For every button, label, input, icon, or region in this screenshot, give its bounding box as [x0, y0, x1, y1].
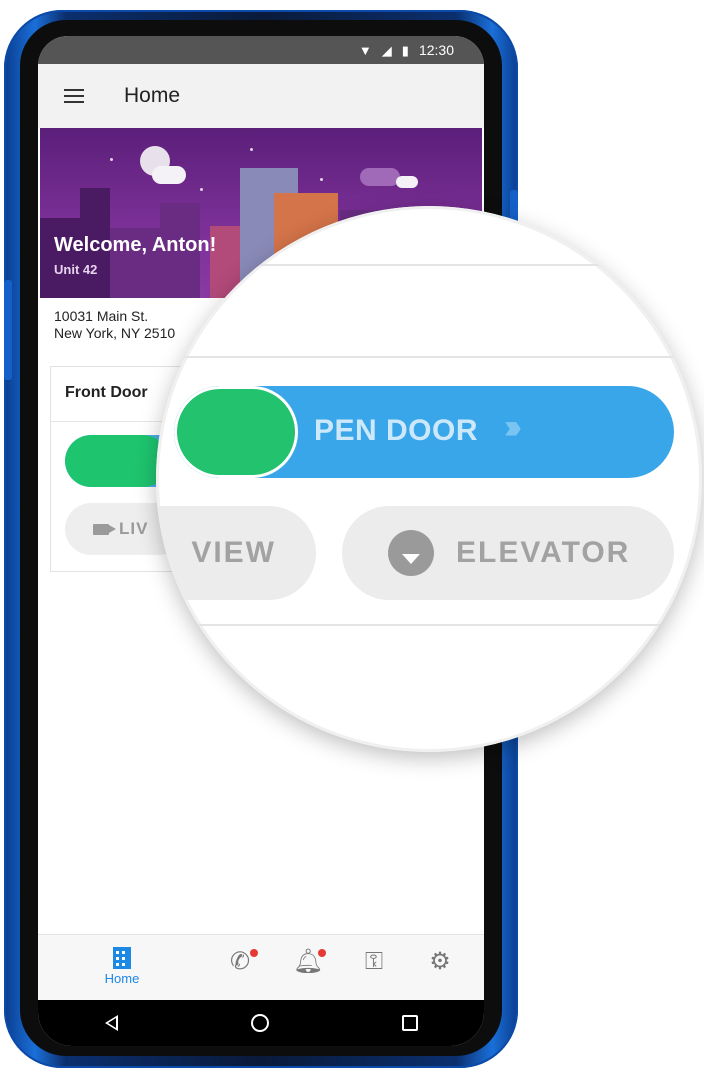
wifi-icon: ▼: [358, 42, 372, 58]
cloud-illustration: [152, 166, 186, 184]
divider: [156, 264, 702, 266]
nav-item-keys[interactable]: ⚿: [354, 947, 394, 977]
battery-icon: ▮: [401, 42, 409, 58]
signal-icon: ◢: [381, 42, 392, 58]
back-icon[interactable]: [104, 1015, 118, 1031]
building-icon: [113, 947, 131, 969]
notification-dot: [318, 949, 326, 957]
nav-item-home[interactable]: Home: [102, 947, 142, 986]
slider-knob[interactable]: [174, 386, 298, 478]
bottom-navigation: Home ✆ 🔔︎ ⚿ ⚙: [38, 934, 484, 1000]
door-card-title: Front Door: [65, 384, 148, 401]
address-line-1: 10031 Main St.: [54, 308, 149, 324]
address-block: 10031 Main St. New York, NY 2510: [54, 308, 175, 342]
home-circle-icon[interactable]: [250, 1014, 269, 1032]
nav-item-notifications[interactable]: 🔔︎: [288, 947, 328, 977]
address-line-2: New York, NY 2510: [54, 325, 176, 341]
nav-item-calls[interactable]: ✆: [220, 947, 260, 977]
chevrons-right-icon: ›››: [504, 408, 522, 446]
phone-side-button: [4, 280, 12, 380]
key-icon: ⚿: [364, 948, 384, 975]
status-time: 12:30: [418, 42, 454, 58]
live-view-label: VIEW: [191, 536, 276, 569]
app-bar: Home: [38, 64, 484, 128]
elevator-down-icon: [388, 530, 434, 576]
hamburger-menu-icon[interactable]: [64, 89, 86, 103]
system-navigation-bar: [38, 1000, 484, 1046]
magnifier-callout: PEN DOOR ››› VIEW ELEVATOR: [156, 206, 702, 752]
open-door-slider-zoom[interactable]: PEN DOOR ›››: [174, 386, 674, 478]
page-title: Home: [124, 84, 181, 107]
nav-item-settings[interactable]: ⚙: [420, 947, 460, 977]
video-camera-icon: [93, 523, 116, 535]
nav-home-label: Home: [104, 971, 140, 986]
elevator-label: ELEVATOR: [456, 536, 631, 569]
slider-knob[interactable]: [65, 435, 169, 487]
welcome-heading: Welcome, Anton!: [54, 234, 217, 256]
cloud-illustration: [396, 176, 418, 188]
notification-dot: [250, 949, 258, 957]
recent-apps-icon[interactable]: [401, 1015, 418, 1031]
open-door-label: PEN DOOR: [314, 414, 479, 447]
live-view-button-zoom[interactable]: VIEW: [156, 506, 316, 600]
divider: [156, 624, 702, 626]
live-view-label: LIV: [119, 519, 149, 538]
elevator-button[interactable]: ELEVATOR: [342, 506, 674, 600]
cloud-illustration: [360, 168, 400, 186]
user-settings-icon: ⚙: [429, 948, 451, 975]
status-bar: ▼ ◢ ▮ 12:30: [38, 36, 484, 64]
divider: [156, 356, 702, 358]
unit-label: Unit 42: [54, 262, 98, 277]
